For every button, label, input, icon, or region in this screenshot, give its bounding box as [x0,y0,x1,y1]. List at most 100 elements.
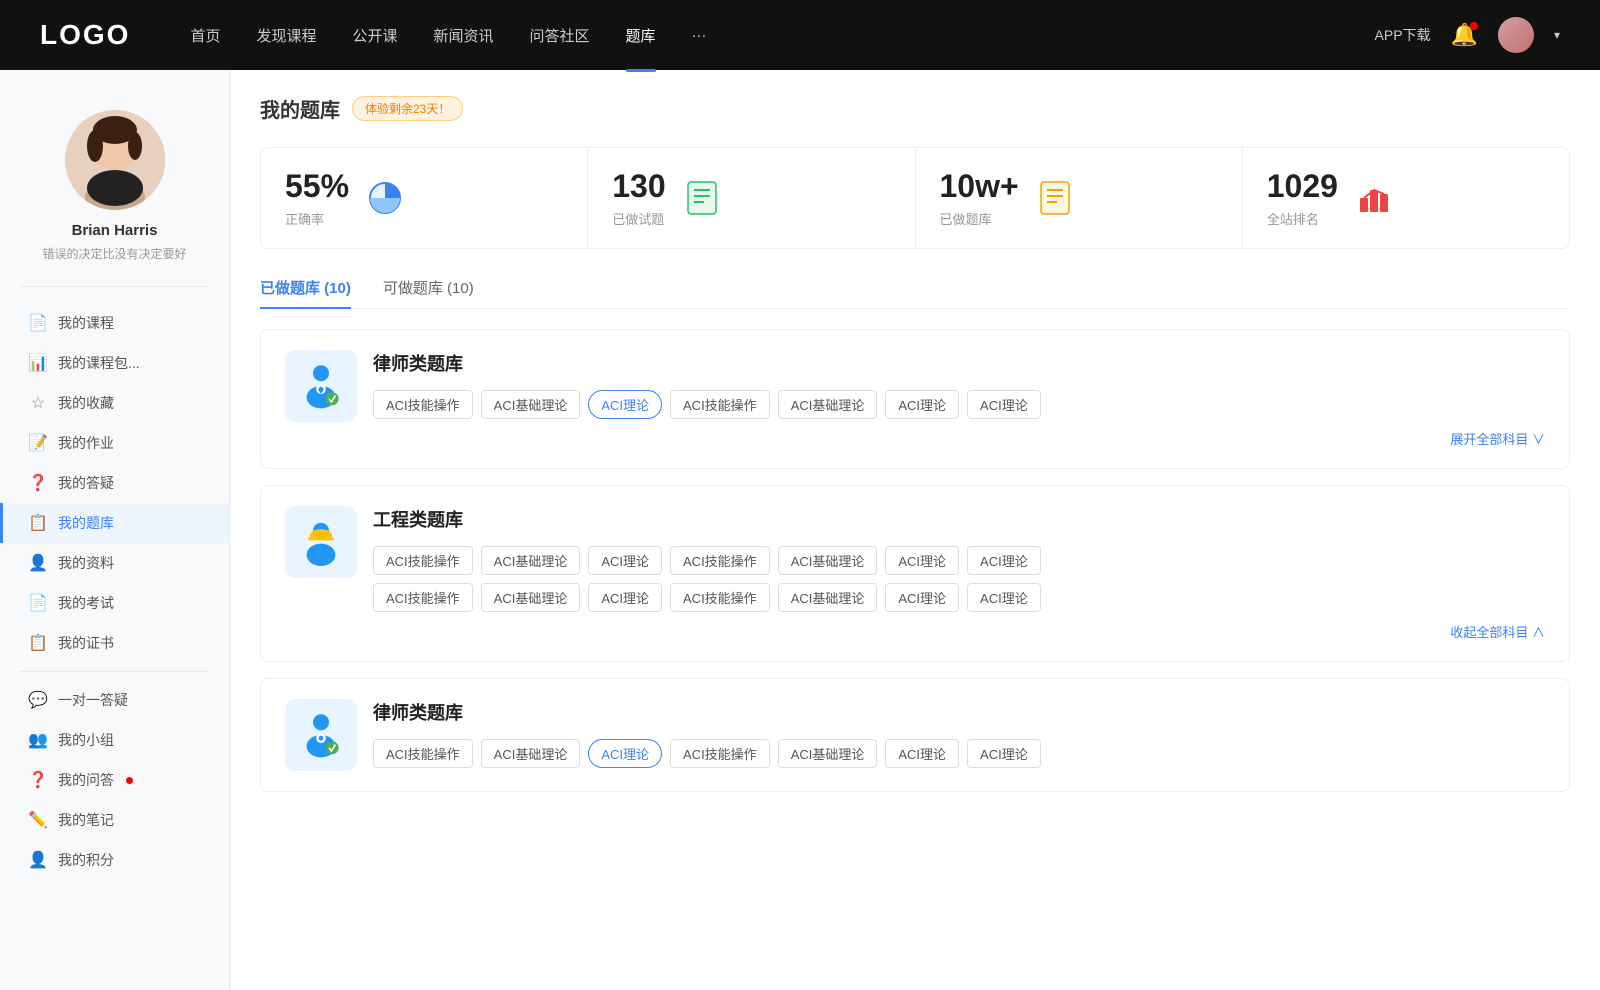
nav-news[interactable]: 新闻资讯 [434,21,494,50]
sidebar-item-1on1[interactable]: 💬 一对一答疑 [0,680,229,720]
qbank-tag-1-r2-6[interactable]: ACI理论 [967,583,1041,612]
qbank-tag-2-3[interactable]: ACI技能操作 [670,739,770,768]
page-header: 我的题库 体验剩余23天！ [260,94,1570,123]
qbank-tag-2-6[interactable]: ACI理论 [967,739,1041,768]
qbank-tag-0-3[interactable]: ACI技能操作 [670,390,770,419]
sidebar: Brian Harris 错误的决定比没有决定要好 📄 我的课程 📊 我的课程包… [0,70,230,990]
stat-accuracy: 55% 正确率 [261,148,588,248]
qbank-tag-1-6[interactable]: ACI理论 [967,546,1041,575]
sidebar-item-mycourse[interactable]: 📄 我的课程 [0,303,229,343]
nav-qa[interactable]: 问答社区 [530,21,590,50]
qbank-expand-0[interactable]: 展开全部科目 ∨ [373,429,1545,448]
sidebar-divider-1 [20,286,209,287]
sidebar-item-favorites[interactable]: ☆ 我的收藏 [0,383,229,423]
qbank-tag-1-r2-3[interactable]: ACI技能操作 [670,583,770,612]
sidebar-item-qa[interactable]: ❓ 我的答疑 [0,463,229,503]
favorites-icon: ☆ [28,393,48,413]
qbank-header-0: 律师类题库 ACI技能操作 ACI基础理论 ACI理论 ACI技能操作 ACI基… [285,350,1545,448]
qa-icon: ❓ [28,473,48,493]
sidebar-item-coursepackage[interactable]: 📊 我的课程包... [0,343,229,383]
sidebar-item-group[interactable]: 👥 我的小组 [0,720,229,760]
qbank-tag-1-r2-4[interactable]: ACI基础理论 [778,583,878,612]
sidebar-item-label: 我的答疑 [58,473,114,493]
trial-badge: 体验剩余23天！ [352,96,463,121]
stat-accuracy-label: 正确率 [285,209,349,228]
qbank-tag-0-1[interactable]: ACI基础理论 [481,390,581,419]
app-download-link[interactable]: APP下载 [1375,25,1431,45]
stat-rank-icon [1354,178,1394,218]
qbank-body-0: 律师类题库 ACI技能操作 ACI基础理论 ACI理论 ACI技能操作 ACI基… [373,350,1545,448]
nav-more[interactable]: ··· [692,23,707,48]
qbank-tag-1-2[interactable]: ACI理论 [588,546,662,575]
sidebar-item-qbank[interactable]: 📋 我的题库 [0,503,229,543]
nav-qbank[interactable]: 题库 [626,21,656,50]
qbank-tag-2-5[interactable]: ACI理论 [885,739,959,768]
sidebar-item-notes[interactable]: ✏️ 我的笔记 [0,800,229,840]
sidebar-item-label: 一对一答疑 [58,690,128,710]
qbank-title-0: 律师类题库 [373,350,1545,376]
qbank-icon-wrap-1 [285,506,357,578]
qbank-tag-1-1[interactable]: ACI基础理论 [481,546,581,575]
qbank-tags-1-row2: ACI技能操作 ACI基础理论 ACI理论 ACI技能操作 ACI基础理论 AC… [373,583,1545,612]
sidebar-item-label: 我的小组 [58,730,114,750]
qbank-tag-1-5[interactable]: ACI理论 [885,546,959,575]
qbank-expand-1[interactable]: 收起全部科目 ∧ [373,622,1545,641]
qbank-tag-2-1[interactable]: ACI基础理论 [481,739,581,768]
coursepackage-icon: 📊 [28,353,48,373]
sidebar-avatar[interactable] [65,110,165,210]
qbank-tag-1-r2-5[interactable]: ACI理论 [885,583,959,612]
qbank-tag-1-3[interactable]: ACI技能操作 [670,546,770,575]
qbank-card-1: 工程类题库 ACI技能操作 ACI基础理论 ACI理论 ACI技能操作 ACI基… [260,485,1570,662]
1on1-icon: 💬 [28,690,48,710]
notification-bell[interactable]: 🔔 [1451,22,1478,48]
qbank-tag-0-0[interactable]: ACI技能操作 [373,390,473,419]
qbank-tags-0: ACI技能操作 ACI基础理论 ACI理论 ACI技能操作 ACI基础理论 AC… [373,390,1545,419]
qbank-header-1: 工程类题库 ACI技能操作 ACI基础理论 ACI理论 ACI技能操作 ACI基… [285,506,1545,641]
nav-home[interactable]: 首页 [190,21,220,50]
tab-available-banks[interactable]: 可做题库 (10) [383,277,474,308]
stat-done-banks-label: 已做题库 [940,209,1019,228]
qbank-tag-2-4[interactable]: ACI基础理论 [778,739,878,768]
tab-done-banks[interactable]: 已做题库 (10) [260,277,351,308]
stat-done-questions-label: 已做试题 [612,209,665,228]
navbar: LOGO 首页 发现课程 公开课 新闻资讯 问答社区 题库 ··· APP下载 … [0,0,1600,70]
main-content: 我的题库 体验剩余23天！ 55% 正确率 [230,70,1600,990]
stats-row: 55% 正确率 130 已做试题 [260,147,1570,249]
qbank-tag-1-4[interactable]: ACI基础理论 [778,546,878,575]
sidebar-item-homework[interactable]: 📝 我的作业 [0,423,229,463]
certificate-icon: 📋 [28,633,48,653]
sidebar-item-exam[interactable]: 📄 我的考试 [0,583,229,623]
qbank-tag-2-0[interactable]: ACI技能操作 [373,739,473,768]
myqa-badge [126,777,133,784]
exam-icon: 📄 [28,593,48,613]
stat-done-questions-icon [682,178,722,218]
qbank-tag-0-6[interactable]: ACI理论 [967,390,1041,419]
qbank-tag-0-2[interactable]: ACI理论 [588,390,662,419]
qbank-tag-0-4[interactable]: ACI基础理论 [778,390,878,419]
stat-done-banks-icon [1035,178,1075,218]
sidebar-menu: 📄 我的课程 📊 我的课程包... ☆ 我的收藏 📝 我的作业 ❓ 我的答疑 📋 [0,295,229,888]
qbank-tag-1-r2-2[interactable]: ACI理论 [588,583,662,612]
sidebar-item-profile[interactable]: 👤 我的资料 [0,543,229,583]
avatar-dropdown-arrow[interactable]: ▾ [1554,28,1560,42]
qbank-card-0: 律师类题库 ACI技能操作 ACI基础理论 ACI理论 ACI技能操作 ACI基… [260,329,1570,469]
sidebar-item-points[interactable]: 👤 我的积分 [0,840,229,880]
sidebar-item-label: 我的题库 [58,513,114,533]
avatar[interactable] [1498,17,1534,53]
nav-discover[interactable]: 发现课程 [256,21,316,50]
qbank-tag-0-5[interactable]: ACI理论 [885,390,959,419]
avatar-image [1498,17,1534,53]
stat-rank: 1029 全站排名 [1243,148,1569,248]
qbank-tag-2-2[interactable]: ACI理论 [588,739,662,768]
qbank-tag-1-r2-0[interactable]: ACI技能操作 [373,583,473,612]
sidebar-item-myqa[interactable]: ❓ 我的问答 [0,760,229,800]
qbank-card-2: 律师类题库 ACI技能操作 ACI基础理论 ACI理论 ACI技能操作 ACI基… [260,678,1570,792]
sidebar-username: Brian Harris [72,222,158,239]
tab-bar: 已做题库 (10) 可做题库 (10) [260,277,1570,309]
homework-icon: 📝 [28,433,48,453]
sidebar-item-certificate[interactable]: 📋 我的证书 [0,623,229,663]
qbank-tag-1-r2-1[interactable]: ACI基础理论 [481,583,581,612]
qbank-title-1: 工程类题库 [373,506,1545,532]
nav-opencourse[interactable]: 公开课 [352,21,397,50]
qbank-tag-1-0[interactable]: ACI技能操作 [373,546,473,575]
